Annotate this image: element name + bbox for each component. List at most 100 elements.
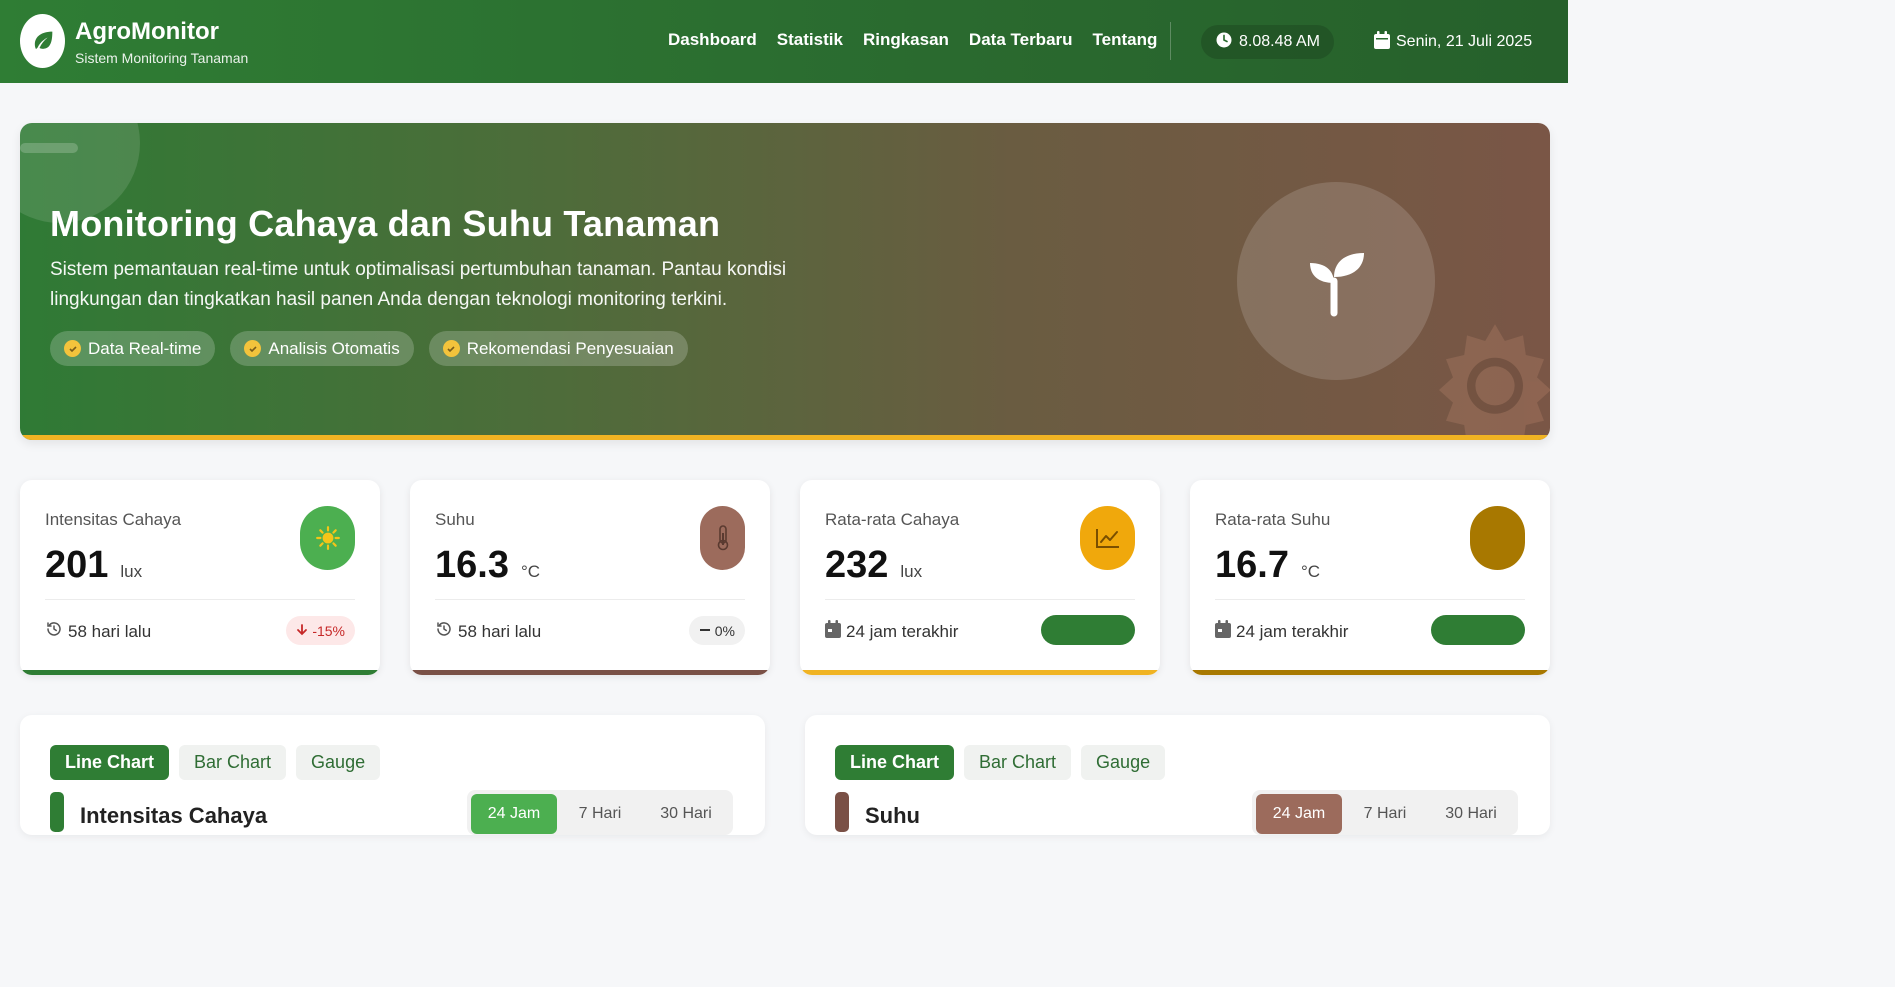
card-label: Rata-rata Suhu xyxy=(1215,510,1331,529)
card-footer: 24 jam terakhir xyxy=(825,620,958,643)
gear-icon xyxy=(1439,324,1550,440)
trend-value: -15% xyxy=(312,622,345,639)
history-icon xyxy=(45,620,63,643)
card-divider xyxy=(45,599,355,600)
card-suhu: Suhu 16.3 °C 58 hari lalu 0% xyxy=(410,480,770,675)
range-30-hari[interactable]: 30 Hari xyxy=(1428,794,1514,834)
calendar-icon xyxy=(825,620,841,643)
main-nav: Dashboard Statistik Ringkasan Data Terba… xyxy=(668,30,1157,50)
chip-realtime: Data Real-time xyxy=(50,331,216,366)
range-30-hari[interactable]: 30 Hari xyxy=(643,794,729,834)
nav-divider xyxy=(1170,22,1171,60)
minus-icon xyxy=(699,623,711,639)
value-number: 16.3 xyxy=(435,544,509,586)
chip-label: Analisis Otomatis xyxy=(268,338,400,358)
brand-subtitle: Sistem Monitoring Tanaman xyxy=(75,50,249,66)
card-value: 16.3 °C xyxy=(435,544,540,587)
panel-accent xyxy=(50,792,64,832)
feature-chips: Data Real-time Analisis Otomatis Rekomen… xyxy=(50,331,688,366)
check-circle-icon xyxy=(244,340,262,357)
panel-accent xyxy=(835,792,849,832)
status-pill xyxy=(1041,615,1135,645)
check-circle-icon xyxy=(64,340,81,357)
leaf-logo-icon[interactable] xyxy=(20,14,65,68)
card-accent xyxy=(410,670,770,675)
footer-text: 24 jam terakhir xyxy=(1236,621,1349,641)
card-divider xyxy=(1215,599,1525,600)
check-circle-icon xyxy=(442,340,460,357)
time-range-selector: 24 Jam 7 Hari 30 Hari xyxy=(1252,790,1518,835)
card-accent xyxy=(1190,670,1550,675)
nav-tentang[interactable]: Tentang xyxy=(1093,30,1158,50)
card-divider xyxy=(435,599,745,600)
card-rata-rata-cahaya: Rata-rata Cahaya 232 lux 24 jam terakhir xyxy=(800,480,1160,675)
card-accent xyxy=(20,670,380,675)
tab-bar-chart[interactable]: Bar Chart xyxy=(179,745,287,780)
decorative-bar xyxy=(20,143,78,153)
range-24-jam[interactable]: 24 Jam xyxy=(1256,794,1342,834)
current-date: Senin, 21 Juli 2025 xyxy=(1396,33,1533,50)
sun-icon xyxy=(300,506,355,570)
chart-type-tabs: Line Chart Bar Chart Gauge xyxy=(50,745,381,780)
panel-suhu-chart: Line Chart Bar Chart Gauge Suhu 24 Jam 7… xyxy=(805,715,1550,835)
value-unit: °C xyxy=(520,562,541,581)
chip-label: Rekomendasi Penyesuaian xyxy=(466,338,674,358)
nav-statistik[interactable]: Statistik xyxy=(777,30,843,50)
clock-time: 8.08.48 AM xyxy=(1239,33,1320,50)
card-accent xyxy=(800,670,1160,675)
card-value: 201 lux xyxy=(45,544,142,587)
range-24-jam[interactable]: 24 Jam xyxy=(471,794,557,834)
tab-bar-chart[interactable]: Bar Chart xyxy=(964,745,1072,780)
card-label: Suhu xyxy=(435,510,475,529)
card-divider xyxy=(825,599,1135,600)
nav-dashboard[interactable]: Dashboard xyxy=(668,30,757,50)
trend-value: 0% xyxy=(714,622,735,639)
status-pill xyxy=(1431,615,1525,645)
hero-description: Sistem pemantauan real-time untuk optima… xyxy=(50,259,787,310)
trend-badge: -15% xyxy=(286,616,355,645)
range-7-hari[interactable]: 7 Hari xyxy=(557,794,643,834)
calendar-icon xyxy=(1374,30,1390,54)
range-7-hari[interactable]: 7 Hari xyxy=(1342,794,1428,834)
seedling-icon xyxy=(1237,182,1435,380)
calendar-icon xyxy=(1215,620,1231,643)
tab-gauge[interactable]: Gauge xyxy=(1081,745,1166,780)
panel-cahaya-chart: Line Chart Bar Chart Gauge Intensitas Ca… xyxy=(20,715,765,835)
value-number: 232 xyxy=(825,544,889,586)
thermometer-icon xyxy=(1470,506,1525,570)
chart-type-tabs: Line Chart Bar Chart Gauge xyxy=(835,745,1166,780)
value-number: 16.7 xyxy=(1215,544,1289,586)
tab-line-chart[interactable]: Line Chart xyxy=(50,745,170,780)
footer-text: 58 hari lalu xyxy=(458,621,542,641)
brand-title: AgroMonitor xyxy=(75,18,219,45)
panel-title: Suhu xyxy=(865,803,920,828)
top-navbar: AgroMonitor Sistem Monitoring Tanaman Da… xyxy=(0,0,1568,83)
nav-ringkasan[interactable]: Ringkasan xyxy=(863,30,949,50)
card-label: Rata-rata Cahaya xyxy=(825,510,960,529)
hero-title: Monitoring Cahaya dan Suhu Tanaman xyxy=(50,203,721,244)
clock-icon xyxy=(1215,31,1233,54)
card-intensitas-cahaya: Intensitas Cahaya 201 lux 58 hari lalu -1… xyxy=(20,480,380,675)
nav-data-terbaru[interactable]: Data Terbaru xyxy=(969,30,1073,50)
chip-label: Data Real-time xyxy=(88,338,202,358)
value-number: 201 xyxy=(45,544,109,586)
panel-title: Intensitas Cahaya xyxy=(80,803,268,828)
card-value: 232 lux xyxy=(825,544,922,587)
footer-text: 58 hari lalu xyxy=(68,621,152,641)
card-rata-rata-suhu: Rata-rata Suhu 16.7 °C 24 jam terakhir xyxy=(1190,480,1550,675)
date-display: Senin, 21 Juli 2025 xyxy=(1360,25,1546,59)
history-icon xyxy=(435,620,453,643)
time-range-selector: 24 Jam 7 Hari 30 Hari xyxy=(467,790,733,835)
value-unit: lux xyxy=(900,562,923,581)
value-unit: °C xyxy=(1300,562,1321,581)
card-label: Intensitas Cahaya xyxy=(45,510,182,529)
chip-rekomendasi: Rekomendasi Penyesuaian xyxy=(428,331,688,366)
thermometer-icon xyxy=(700,506,745,570)
card-footer: 24 jam terakhir xyxy=(1215,620,1348,643)
value-unit: lux xyxy=(120,562,143,581)
chip-analisis: Analisis Otomatis xyxy=(230,331,414,366)
hero-banner: Monitoring Cahaya dan Suhu Tanaman Siste… xyxy=(20,123,1550,440)
tab-line-chart[interactable]: Line Chart xyxy=(835,745,955,780)
tab-gauge[interactable]: Gauge xyxy=(296,745,381,780)
chart-line-icon xyxy=(1080,506,1135,570)
